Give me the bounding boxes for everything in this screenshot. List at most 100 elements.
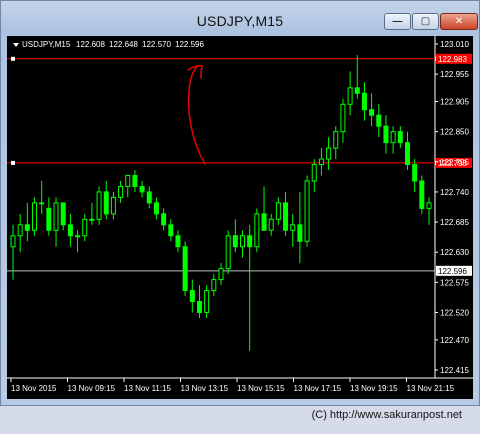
- price-tick-label: 122.850: [440, 128, 469, 137]
- high-value: 122.648: [109, 40, 138, 49]
- candle-body: [118, 185, 124, 198]
- candle-body: [103, 191, 109, 215]
- candle-body: [261, 213, 267, 231]
- candlestick-chart[interactable]: USDJPY,M15 122.608 122.648 122.570 122.5…: [7, 36, 473, 399]
- candle-body: [340, 103, 346, 133]
- dropdown-triangle-icon[interactable]: [13, 43, 19, 47]
- candle-body: [17, 224, 23, 237]
- candle-body: [132, 174, 138, 187]
- candle-body: [24, 224, 30, 231]
- candle-body: [397, 131, 403, 144]
- candle-body: [390, 131, 396, 144]
- candle-body: [82, 218, 88, 237]
- candle-body: [153, 202, 159, 215]
- low-value: 122.570: [142, 40, 171, 49]
- candle-body: [60, 202, 66, 226]
- candle-body: [283, 202, 289, 231]
- price-tick-label: 122.955: [440, 70, 469, 79]
- title-bar[interactable]: USDJPY,M15 — ▢ ✕: [1, 1, 479, 35]
- price-tick-label: 123.010: [440, 40, 469, 49]
- line-handle[interactable]: [11, 160, 15, 165]
- chart-window: USDJPY,M15 — ▢ ✕ USDJPY,M15 122.608 122.…: [0, 0, 480, 406]
- price-tick-label: 122.685: [440, 218, 469, 227]
- candle-body: [161, 213, 167, 226]
- candle-body: [376, 114, 382, 127]
- candle-body: [125, 174, 131, 187]
- candle-body: [326, 147, 332, 160]
- candle-body: [67, 224, 73, 237]
- candle-body: [232, 235, 238, 248]
- symbol-label: USDJPY,M15: [22, 40, 71, 49]
- annotation-arrow: [187, 64, 206, 165]
- price-tick-label: 122.740: [440, 188, 469, 197]
- candle-body: [412, 164, 418, 182]
- candle-body: [32, 202, 38, 231]
- candle-body: [182, 246, 188, 292]
- candle-body: [383, 125, 389, 144]
- time-tick-label: 13 Nov 09:15: [68, 384, 116, 393]
- candle-body: [110, 196, 116, 215]
- candle-body: [211, 279, 217, 292]
- time-axis: 13 Nov 2015 13 Nov 09:15 13 Nov 11:15 13 No…: [10, 378, 455, 393]
- candle-body: [247, 235, 253, 248]
- candle-body: [297, 224, 303, 242]
- time-tick-label: 13 Nov 2015: [11, 384, 57, 393]
- candles: [10, 54, 432, 351]
- candle-body: [196, 301, 202, 313]
- price-tick-label: 122.575: [440, 278, 469, 287]
- close-value: 122.596: [175, 40, 204, 49]
- candle-body: [254, 213, 260, 248]
- candle-body: [46, 207, 52, 231]
- ohlc-header: USDJPY,M15 122.608 122.648 122.570 122.5…: [13, 40, 204, 49]
- candle-body: [419, 180, 425, 209]
- horizontal-lines: 122.983122.793122.596: [7, 53, 472, 276]
- candle-body: [275, 202, 281, 220]
- candle-body: [10, 235, 16, 248]
- time-tick-label: 13 Nov 15:15: [237, 384, 285, 393]
- price-tick-label: 122.415: [440, 366, 469, 375]
- candle-body: [218, 268, 224, 281]
- maximize-button[interactable]: ▢: [412, 13, 439, 30]
- time-tick-label: 13 Nov 17:15: [294, 384, 342, 393]
- candle-body: [96, 191, 102, 220]
- price-tag-label: 122.983: [438, 55, 467, 64]
- price-tick-label: 122.905: [440, 98, 469, 107]
- candle-body: [304, 180, 310, 242]
- candle-body: [426, 202, 432, 209]
- candle-body: [146, 191, 152, 204]
- minimize-button[interactable]: —: [384, 13, 411, 30]
- line-handle[interactable]: [11, 56, 15, 61]
- price-tag-label: 122.596: [438, 267, 467, 276]
- candle-body: [290, 224, 296, 231]
- candle-body: [268, 218, 274, 231]
- time-tick-label: 13 Nov 19:15: [350, 384, 398, 393]
- price-chart[interactable]: USDJPY,M15 122.608 122.648 122.570 122.5…: [7, 36, 473, 399]
- candle-body: [89, 218, 95, 221]
- candle-body: [39, 202, 45, 205]
- candle-body: [175, 235, 181, 248]
- candle-body: [354, 87, 360, 94]
- candle-body: [404, 142, 410, 166]
- credit-text: (C) http://www.sakuranpost.net: [311, 409, 462, 421]
- candle-body: [369, 109, 375, 116]
- price-tick-label: 122.520: [440, 308, 469, 317]
- time-tick-label: 13 Nov 11:15: [124, 384, 172, 393]
- price-tick-label: 122.470: [440, 336, 469, 345]
- candle-body: [333, 131, 339, 149]
- close-button[interactable]: ✕: [440, 13, 478, 30]
- candle-body: [347, 87, 353, 105]
- candle-body: [53, 202, 59, 231]
- time-tick-label: 13 Nov 13:15: [181, 384, 229, 393]
- time-tick-label: 13 Nov 21:15: [407, 384, 455, 393]
- candle-body: [75, 235, 81, 238]
- candle-body: [139, 185, 145, 193]
- candle-body: [361, 92, 367, 111]
- candle-body: [240, 235, 246, 248]
- candle-body: [311, 164, 317, 182]
- candle-body: [225, 235, 231, 270]
- open-value: 122.608: [76, 40, 105, 49]
- price-tick-label: 122.795: [440, 158, 469, 167]
- price-axis: 123.010 122.955 122.905 122.850 122.795 122.7…: [435, 40, 469, 375]
- candle-body: [204, 290, 210, 313]
- candle-body: [168, 224, 174, 237]
